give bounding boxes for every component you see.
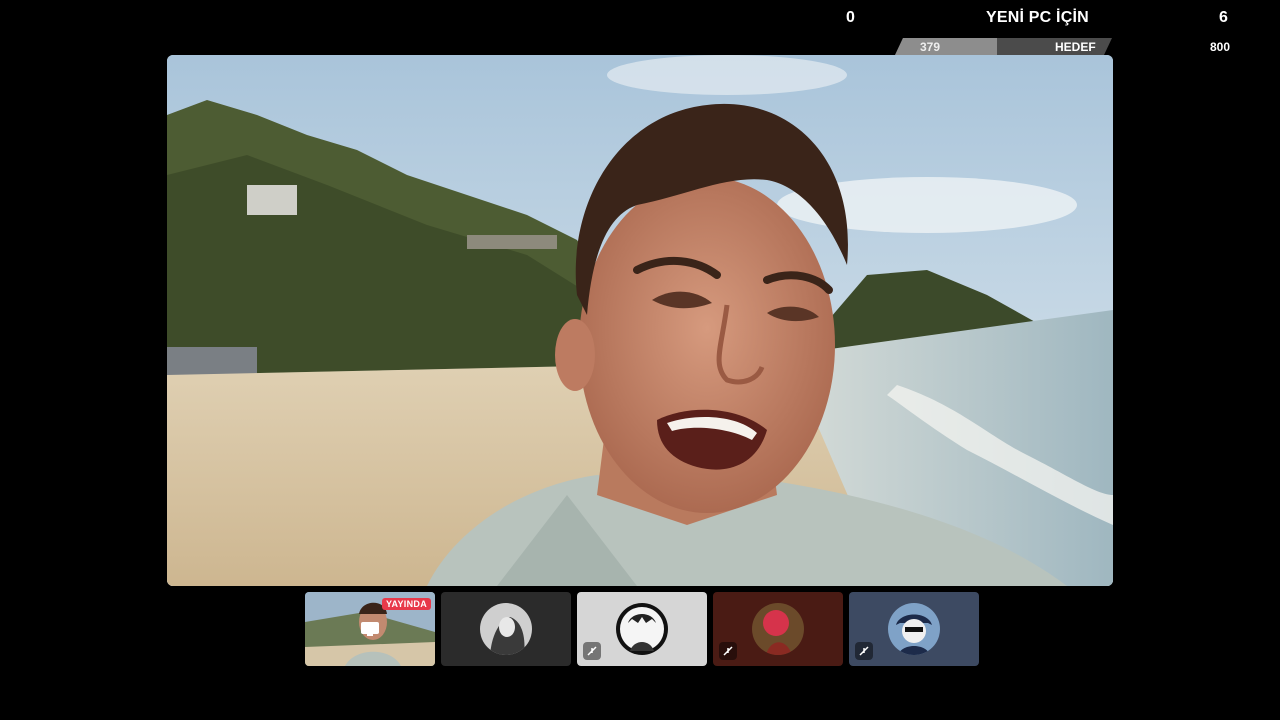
goal-label: HEDEF [1055, 40, 1096, 54]
mic-off-icon [723, 646, 733, 656]
participant-tile-streamer[interactable]: YAYINDA [305, 592, 435, 666]
main-video-image [167, 55, 1113, 586]
avatar [480, 603, 532, 655]
participant-tile[interactable] [577, 592, 707, 666]
screen-share-icon [361, 622, 379, 636]
participant-strip: YAYINDA [305, 592, 979, 666]
mute-icon [719, 642, 737, 660]
goal-target-value: 800 [1210, 40, 1231, 54]
mute-icon [583, 642, 601, 660]
main-video-feed[interactable] [167, 55, 1113, 586]
avatar-icon [752, 603, 804, 655]
mute-icon [855, 642, 873, 660]
participant-tile[interactable] [441, 592, 571, 666]
goal-progress-fill [895, 38, 997, 55]
avatar-icon [480, 603, 532, 655]
avatar [888, 603, 940, 655]
avatar [752, 603, 804, 655]
goal-title: YENİ PC İÇİN [986, 9, 1089, 26]
mic-off-icon [587, 646, 597, 656]
participant-tile[interactable] [849, 592, 979, 666]
goal-left-count: 0 [846, 9, 855, 26]
avatar [616, 603, 668, 655]
avatar-icon [616, 603, 668, 655]
participant-tile[interactable] [713, 592, 843, 666]
avatar-icon [888, 603, 940, 655]
goal-right-count: 6 [1219, 9, 1228, 26]
mic-off-icon [859, 646, 869, 656]
live-badge: YAYINDA [382, 598, 431, 610]
goal-current-value: 379 [920, 40, 941, 54]
